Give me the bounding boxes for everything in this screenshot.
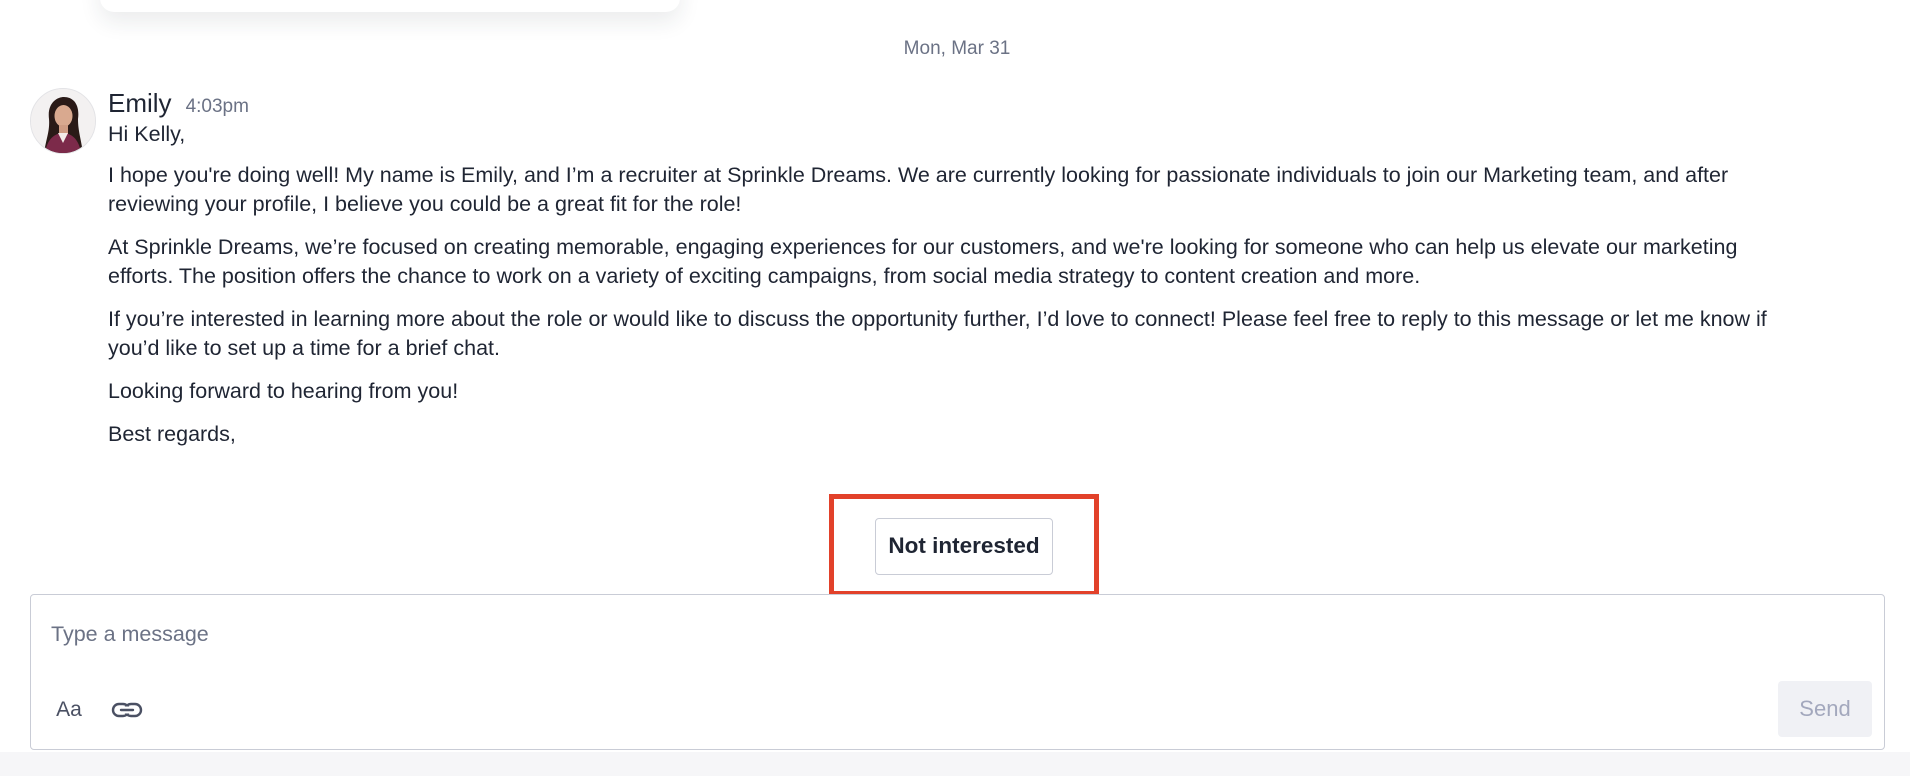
avatar-photo-icon [31,89,95,153]
not-interested-button[interactable]: Not interested [875,517,1053,575]
previous-card-shadow [100,0,680,12]
message-paragraph: Best regards, [108,422,236,446]
message-body: Emily 4:03pm Hi Kelly, I hope you're doi… [108,88,1808,463]
date-divider: Mon, Mar 31 [903,38,1011,59]
composer-toolbar: Aa [49,693,147,727]
message-input[interactable] [51,619,1551,649]
sender-name[interactable]: Emily [108,88,172,119]
send-button[interactable]: Send [1778,681,1872,737]
message-header: Emily 4:03pm [108,88,1808,124]
message-composer: Aa Send [30,594,1885,750]
message-paragraph: If you’re interested in learning more ab… [108,307,1767,360]
conversation-view: Mon, Mar 31 Emily 4:03pm Hi Kelly, I hop… [0,0,1910,776]
format-text-button[interactable]: Aa [49,693,89,727]
message-paragraph: I hope you're doing well! My name is Emi… [108,163,1729,216]
bottom-edge [0,752,1910,776]
message-paragraph: Hi Kelly, [108,122,186,146]
highlight-box: Not interested [829,494,1099,596]
message-paragraph: Looking forward to hearing from you! [108,379,459,403]
sender-avatar[interactable] [30,88,96,154]
message-paragraph: At Sprinkle Dreams, we’re focused on cre… [108,235,1738,288]
insert-link-button[interactable] [107,693,147,727]
message-text: Hi Kelly, I hope you're doing well! My n… [108,120,1808,449]
message-time: 4:03pm [185,96,249,117]
link-icon [111,702,143,718]
